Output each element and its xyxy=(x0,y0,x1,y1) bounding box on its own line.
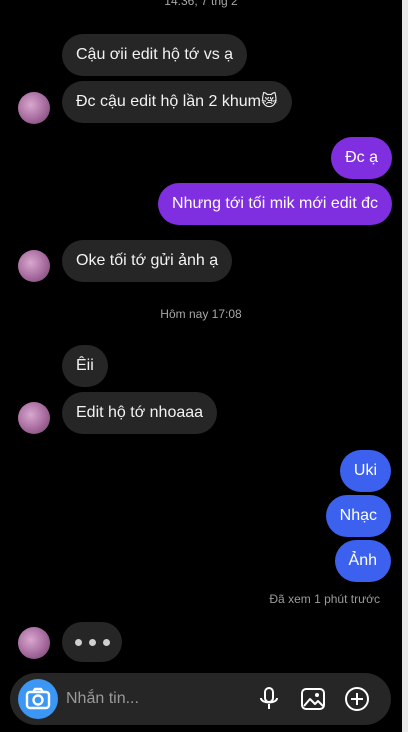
message-bubble-incoming[interactable]: Oke tối tớ gửi ảnh ạ xyxy=(62,240,233,282)
screen-edge xyxy=(402,0,408,732)
typing-dot xyxy=(75,639,82,646)
message-bubble-outgoing[interactable]: Uki xyxy=(339,450,391,492)
image-icon[interactable] xyxy=(298,684,328,714)
message-bubble-incoming[interactable]: Đc cậu edit hộ lần 2 khum😿 xyxy=(62,81,292,123)
add-icon[interactable] xyxy=(342,684,372,714)
timestamp-top: 14:36, 7 thg 2 xyxy=(164,0,238,8)
typing-dot xyxy=(103,639,110,646)
timestamp-today: Hôm nay 17:08 xyxy=(160,307,242,321)
typing-dot xyxy=(89,639,96,646)
contact-avatar[interactable] xyxy=(18,402,50,434)
contact-avatar[interactable] xyxy=(18,92,50,124)
message-bubble-outgoing[interactable]: Đc ạ xyxy=(331,137,392,179)
microphone-icon[interactable] xyxy=(254,684,284,714)
seen-status: Đã xem 1 phút trước xyxy=(269,592,380,606)
message-input[interactable]: Nhắn tin... xyxy=(66,673,139,725)
message-bubble-outgoing[interactable]: Nhạc xyxy=(325,495,391,537)
contact-avatar[interactable] xyxy=(18,250,50,282)
message-bubble-outgoing[interactable]: Nhưng tới tối mik mới edit đc xyxy=(158,183,392,225)
contact-avatar[interactable] xyxy=(18,627,50,659)
message-bubble-incoming[interactable]: Êii xyxy=(62,345,108,387)
typing-indicator xyxy=(62,622,122,662)
message-bubble-incoming[interactable]: Cậu ơii edit hộ tớ vs ạ xyxy=(62,34,248,76)
message-composer[interactable]: Nhắn tin... xyxy=(10,673,391,725)
message-bubble-outgoing[interactable]: Ảnh xyxy=(334,540,391,582)
message-bubble-incoming[interactable]: Edit hộ tớ nhoaaa xyxy=(62,392,218,434)
camera-button[interactable] xyxy=(18,679,58,719)
camera-icon xyxy=(25,687,51,710)
